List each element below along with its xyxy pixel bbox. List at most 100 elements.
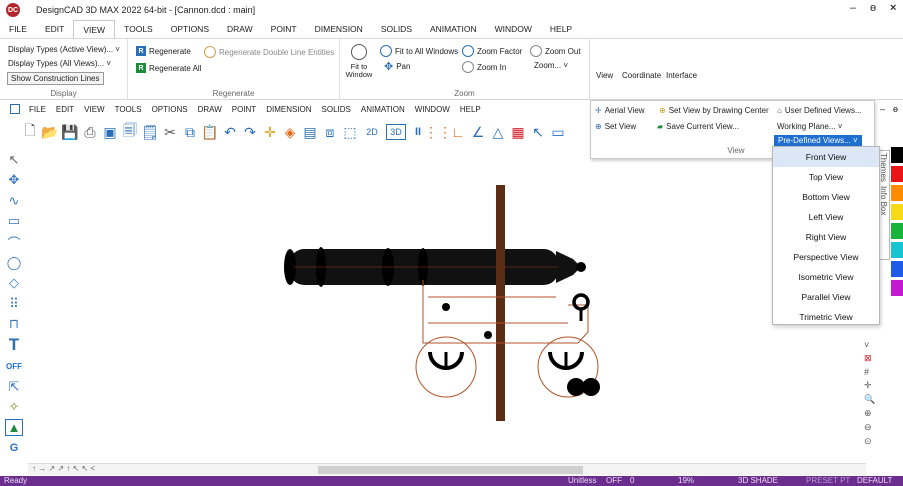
doc-menu-dimension[interactable]: DIMENSION xyxy=(261,105,316,114)
color-swatch[interactable] xyxy=(891,261,903,277)
doc-menu-point[interactable]: POINT xyxy=(227,105,261,114)
arc-tool-icon[interactable]: ⌒ xyxy=(5,233,23,251)
doc-menu-animation[interactable]: ANIMATION xyxy=(356,105,410,114)
restore-button[interactable]: ɵ xyxy=(870,2,876,14)
menu-tools[interactable]: TOOLS xyxy=(115,20,162,38)
color-swatch[interactable] xyxy=(891,280,903,296)
zoom-in-nav-icon[interactable]: ⊕ xyxy=(864,408,878,419)
menu-file[interactable]: FILE xyxy=(0,20,36,38)
off-toggle-button[interactable]: OFF xyxy=(5,357,23,375)
grid-toggle-icon[interactable]: # xyxy=(864,367,878,377)
cut-icon[interactable]: ✂ xyxy=(162,124,178,140)
array-tool-icon[interactable]: ⠿ xyxy=(5,295,23,313)
menu-options[interactable]: OPTIONS xyxy=(162,20,218,38)
new-file-icon[interactable]: 🗋 xyxy=(22,122,38,140)
menu-edit[interactable]: EDIT xyxy=(36,20,73,38)
print-icon[interactable]: ⎙ xyxy=(82,124,98,140)
tab-interface-group[interactable]: Interface xyxy=(666,71,697,80)
dimension-tool-icon[interactable]: ⊓ xyxy=(5,316,23,334)
horizontal-scrollbar[interactable]: ↑ → ↗ ↗ ↑ ↖ ↖ < xyxy=(28,463,866,475)
cursor-mode-icon[interactable]: ⇱ xyxy=(5,378,23,396)
menu-view[interactable]: VIEW xyxy=(73,20,116,38)
paste-icon[interactable]: 📋 xyxy=(201,124,218,140)
zoom-icon[interactable]: 🔍 xyxy=(864,394,878,405)
predefined-views-button[interactable]: Pre-Defined Views... ˅ xyxy=(774,135,862,146)
status-preset[interactable]: PRESET PT xyxy=(806,476,850,486)
cursor-icon[interactable]: ↖ xyxy=(530,124,546,140)
info-box-tab[interactable]: Info Box xyxy=(879,184,888,217)
regenerate-all-button[interactable]: R Regenerate All xyxy=(136,63,201,73)
status-snap[interactable]: OFF xyxy=(606,476,622,486)
menu-item-trimetric-view[interactable]: Trimetric View xyxy=(773,307,879,327)
show-construction-lines[interactable]: Show Construction Lines xyxy=(7,72,104,85)
zoom-window-nav-icon[interactable]: ⊙ xyxy=(864,436,878,447)
doc-menu-window[interactable]: WINDOW xyxy=(410,105,455,114)
doc-menu-view[interactable]: VIEW xyxy=(79,105,109,114)
menu-item-front-view[interactable]: Front View xyxy=(773,147,879,167)
regenerate-double-button[interactable]: Regenerate Double Line Entities xyxy=(204,46,334,58)
zoom-menu-button[interactable]: Zoom... ˅ xyxy=(534,61,568,70)
set-view-center-button[interactable]: ⊕ Set View by Drawing Center xyxy=(659,106,769,115)
snap-icon[interactable]: ✛ xyxy=(262,124,278,140)
aerial-view-button[interactable]: ✛ Aerial View xyxy=(595,106,645,115)
rectangle-tool-icon[interactable]: ▭ xyxy=(5,213,23,231)
menu-solids[interactable]: SOLIDS xyxy=(372,20,421,38)
g-tool-icon[interactable]: G xyxy=(5,439,23,457)
fit-all-windows-button[interactable]: Fit to All Windows xyxy=(380,45,458,57)
menu-help[interactable]: HELP xyxy=(541,20,581,38)
angle-snap-icon[interactable]: ∠ xyxy=(470,124,486,140)
doc-menu-tools[interactable]: TOOLS xyxy=(110,105,147,114)
menu-item-left-view[interactable]: Left View xyxy=(773,207,879,227)
copy-icon[interactable]: ⧉ xyxy=(182,124,198,140)
themes-tab[interactable]: Themes xyxy=(879,151,888,184)
color-swatch[interactable] xyxy=(891,223,903,239)
triangle-icon[interactable]: △ xyxy=(490,124,506,140)
move-tool-icon[interactable]: ✥ xyxy=(5,172,23,190)
close-button[interactable]: × xyxy=(890,2,896,14)
menu-item-bottom-view[interactable]: Bottom View xyxy=(773,187,879,207)
user-defined-views-button[interactable]: ⌂ User Defined Views... xyxy=(777,106,862,115)
chevron-down-icon[interactable]: ˅ xyxy=(864,340,878,350)
status-shade[interactable]: 3D SHADE xyxy=(738,476,778,486)
minimize-button[interactable]: – xyxy=(850,2,856,14)
grid-icon[interactable]: ▦ xyxy=(510,124,526,140)
status-layer[interactable]: 0 xyxy=(630,476,634,486)
doc-menu-file[interactable]: FILE xyxy=(24,105,51,114)
redo-icon[interactable]: ↷ xyxy=(242,124,258,140)
mode-3d-button[interactable]: 3D xyxy=(386,124,406,140)
regenerate-button[interactable]: R Regenerate xyxy=(136,46,191,56)
scroll-thumb[interactable] xyxy=(318,466,583,474)
set-view-button[interactable]: ⊕ Set View xyxy=(595,122,636,131)
color-swatch[interactable] xyxy=(891,204,903,220)
mode-2d-button[interactable]: 2D xyxy=(362,124,382,140)
save-current-view-button[interactable]: ▰ Save Current View... xyxy=(657,122,739,131)
print-preview-icon[interactable]: ▣ xyxy=(102,124,118,140)
doc-menu-help[interactable]: HELP xyxy=(455,105,486,114)
save-icon[interactable]: 💾 xyxy=(61,124,78,140)
menu-item-right-view[interactable]: Right View xyxy=(773,227,879,247)
text-tool-icon[interactable]: T xyxy=(5,335,23,354)
zoom-out-button[interactable]: Zoom Out xyxy=(530,45,581,57)
color-swatch[interactable] xyxy=(891,147,903,163)
menu-item-parallel-view[interactable]: Parallel View xyxy=(773,287,879,307)
zoom-in-button[interactable]: Zoom In xyxy=(462,61,506,73)
layer-icon[interactable]: ▤ xyxy=(302,124,318,140)
select-tool-icon[interactable]: ↖ xyxy=(5,151,23,169)
doc-menu-solids[interactable]: SOLIDS xyxy=(317,105,356,114)
polyline-tool-icon[interactable]: ∿ xyxy=(5,192,23,210)
view-arrow-strip[interactable]: ↑ → ↗ ↗ ↑ ↖ ↖ < xyxy=(32,464,95,473)
menu-animation[interactable]: ANIMATION xyxy=(421,20,486,38)
crosshair-icon[interactable]: ✛ xyxy=(864,380,878,391)
regen-icon[interactable]: ◈ xyxy=(282,124,298,140)
menu-window[interactable]: WINDOW xyxy=(486,20,541,38)
open-file-icon[interactable]: 📂 xyxy=(41,124,58,140)
circle-tool-icon[interactable]: ◯ xyxy=(5,254,23,272)
menu-item-isometric-view[interactable]: Isometric View xyxy=(773,267,879,287)
undo-icon[interactable]: ↶ xyxy=(222,124,238,140)
fit-to-window-button[interactable]: Fit to Window xyxy=(344,44,374,79)
block-icon[interactable]: ⬚ xyxy=(342,124,358,140)
ortho-icon[interactable]: ∟ xyxy=(450,124,466,140)
properties-icon[interactable]: 🗒 xyxy=(141,124,159,140)
window-select-icon[interactable]: ▭ xyxy=(550,124,566,140)
menu-item-perspective-view[interactable]: Perspective View xyxy=(773,247,879,267)
